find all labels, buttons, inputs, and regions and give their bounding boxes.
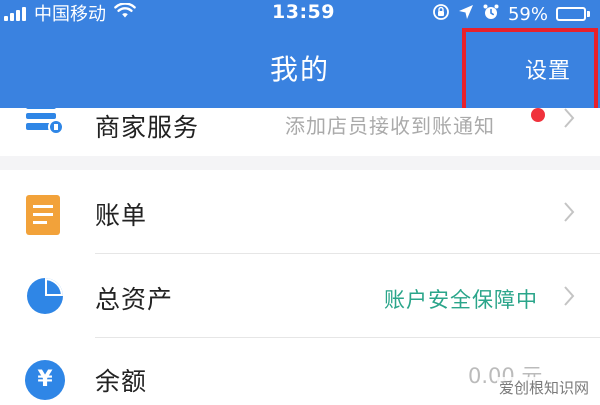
merchant-service-icon [24,108,66,142]
pie-chart-icon [25,276,65,320]
carrier-label: 中国移动 [34,4,106,25]
settings-button[interactable]: 设置 [525,53,571,85]
balance-label: 余额 [95,367,148,396]
watermark-text: 爱创根知识网 [497,377,592,398]
chevron-right-icon [562,200,576,228]
page-title: 我的 [269,53,330,86]
bill-icon [26,195,60,239]
status-left: 中国移动 [4,1,136,25]
header-bar: 中国移动 13:59 59% 我的 设置 [0,0,600,108]
battery-percent: 59% [507,3,548,25]
orientation-lock-icon [432,3,450,26]
yuan-icon: ¥ [25,360,65,400]
status-right: 59% [432,2,590,26]
merchant-service-hint: 添加店员接收到账通知 [285,114,495,138]
bill-label: 账单 [95,201,148,230]
list-item-merchant-service[interactable]: 商家服务 添加店员接收到账通知 [0,108,600,156]
alarm-icon [482,3,500,26]
list-item-bill[interactable]: 账单 [0,170,600,254]
chevron-right-icon [562,108,576,134]
list-item-total-assets[interactable]: 总资产 账户安全保障中 [0,254,600,338]
wifi-icon [114,1,136,24]
total-assets-label: 总资产 [95,285,174,314]
merchant-service-label: 商家服务 [95,113,200,142]
notification-dot [531,108,545,122]
status-bar: 中国移动 13:59 59% [0,0,600,30]
status-time: 13:59 [272,1,335,23]
battery-icon [556,7,590,21]
signal-icon [4,5,28,21]
security-status-text: 账户安全保障中 [384,288,538,312]
chevron-right-icon [562,284,576,312]
location-icon [458,4,474,25]
